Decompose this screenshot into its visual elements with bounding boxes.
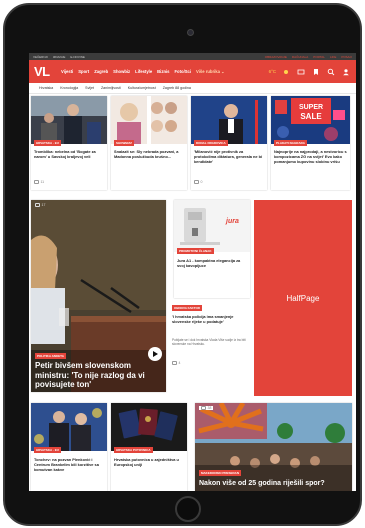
article-title[interactable]: 'I hrvatska policija ima smanjenje slove… [172,314,248,324]
article-card[interactable]: SHOWBIZZ Snalazit se: Sly nebrada pozvan… [111,96,187,190]
comments-count[interactable]: 38 [199,406,214,410]
user-icon[interactable] [341,67,351,77]
tablet-frame: VEČERNJI IZDANJE E-NOVINE OBRAZOVANJE RA… [3,3,362,526]
article-card[interactable]: DONAL DRADOVICA 'Milanović nije protivni… [191,96,267,190]
subnav-item[interactable]: Kronologija [60,86,78,90]
article-category-tag[interactable]: HRVATSKA · EU [34,447,61,453]
comments-number: 11 [40,180,45,184]
topstrip-link[interactable]: IZDANJE [53,55,66,59]
ad-label: HalfPage [286,293,320,303]
subnav-item[interactable]: Svijet [85,86,94,90]
comment-icon [35,203,40,207]
topstrip-link[interactable]: OBRAZOVANJE [265,55,287,59]
article-card[interactable]: HRVATSKA · EU Tromblika: nebelna od 'Bog… [31,96,107,190]
featured-title[interactable]: Petir bivšem slovenskom ministru: 'To ni… [35,361,147,390]
comments-count[interactable]: 4 [172,361,180,365]
article-category-tag[interactable]: SHOWBIZZ [114,140,134,146]
comments-number: 4 [178,361,181,365]
article-image [191,96,267,144]
subnav-item[interactable]: Zanimljivosti [101,86,121,90]
svg-text:SALE: SALE [300,112,322,121]
comments-number: 0 [200,180,203,184]
comment-icon [201,406,206,410]
article-title[interactable]: Tromblika: nebelna od 'Bogate za narom' … [34,149,104,159]
article-card[interactable]: OBNOVA FAKTOR 'I hrvatska policija ima s… [172,305,250,393]
topstrip-link[interactable]: VEČERNJI [33,55,48,59]
topstrip-link[interactable]: E-NOVINE [70,55,85,59]
article-image: SUPER SALE [271,96,350,144]
article-category-tag[interactable]: OBNOVA FAKTOR [172,305,202,311]
article-excerpt: Pobijate se i dok hrvatska Vlada Više su… [172,338,246,347]
nav-item-showbiz[interactable]: Showbiz [113,69,130,74]
play-video-button[interactable] [148,347,162,361]
comment-icon [172,361,177,365]
halfpage-ad[interactable]: HalfPage [254,200,352,396]
site-logo[interactable]: VL [34,64,56,79]
search-icon[interactable] [326,67,336,77]
comments-count[interactable]: 17 [35,203,45,207]
comments-number: 17 [41,203,46,207]
article-image [111,403,187,451]
front-camera [187,29,194,36]
brand-logo: jura [226,218,239,225]
topstrip-link[interactable]: RAČUNALA [292,55,308,59]
nav-item-zagreb[interactable]: Zagreb [94,69,108,74]
nav-item-lifestyle[interactable]: Lifestyle [135,69,152,74]
topstrip-link[interactable]: PORTAL [313,55,325,59]
article-category-tag[interactable]: PLAKATI NAGRADA [274,140,307,146]
comments-count[interactable]: 11 [34,180,44,184]
main-nav: VL Vijesti Sport Zagreb Showbiz Lifestyl… [29,60,356,83]
topstrip-link[interactable]: LIFE [330,55,336,59]
article-title[interactable]: 'Milanović nije protivnik za protokolima… [194,149,264,164]
article-title[interactable]: Jura A1 - kompaktna elegancija za svoj k… [177,258,247,268]
article-title[interactable]: Snalazit se: Sly nebrada pozvani, a Mado… [114,149,184,159]
subnav-item[interactable]: Zagreb 88 godina [163,86,191,90]
nav-item-biznis[interactable]: Biznis [157,69,169,74]
article-title[interactable]: Najnoprije na najprodaji, a nestvoricu s… [274,149,347,164]
sub-nav: Hrvatska Kronologija Svijet Zanimljivost… [29,83,356,94]
topstrip-link[interactable]: POSAO [341,55,352,59]
article-category-tag[interactable]: MAKEDONSKI PRESEDAN [199,470,242,476]
nav-item-foto[interactable]: Foto/Sci [175,69,192,74]
notification-icon[interactable] [296,67,306,77]
subnav-item[interactable]: Hrvatska [39,86,53,90]
article-image [111,96,187,144]
comment-icon [194,180,199,184]
article-category-tag[interactable]: PROMOTIVNI ČLANAK [177,248,214,254]
article-card[interactable]: SUPER SALE PLAKATI NAGRADA Najnoprije na… [271,96,350,190]
featured-article[interactable]: 38 MAKEDONSKI PRESEDAN Nakon više od 25 … [195,403,352,491]
article-image [31,403,107,451]
article-title[interactable]: Hrvatska putovnica u zajedništva u Europ… [114,457,184,467]
featured-title[interactable]: Nakon više od 25 godina riješili spor? [199,479,349,489]
article-category-tag[interactable]: HRVATSKA · EU [34,140,61,146]
more-sections-dropdown[interactable]: Više rubrika ⌄ [196,69,225,74]
promo-article-card[interactable]: jura PROMOTIVNI ČLANAK Jura A1 - kompakt… [174,200,250,298]
home-button[interactable] [175,496,201,522]
weather-icon[interactable] [281,67,291,77]
comments-number: 38 [207,406,212,410]
top-strip: VEČERNJI IZDANJE E-NOVINE OBRAZOVANJE RA… [29,53,356,60]
featured-article[interactable]: 17 POLITIKA ANKETA Petir bivšem slovensk… [31,200,166,392]
article-image [174,200,250,252]
nav-item-sport[interactable]: Sport [78,69,89,74]
bookmark-icon[interactable] [311,67,321,77]
article-image [31,96,107,144]
subnav-item[interactable]: Kultura/umjetnost [128,86,156,90]
weather-temperature[interactable]: 6°C [269,69,276,74]
svg-text:SUPER: SUPER [299,104,323,111]
article-category-tag[interactable]: POLITIKA ANKETA [35,353,66,359]
article-image [195,403,352,491]
browser-screen: VEČERNJI IZDANJE E-NOVINE OBRAZOVANJE RA… [29,53,356,491]
article-card[interactable]: HRVATSKA PUTOVNICA Hrvatska putovnica u … [111,403,187,491]
article-category-tag[interactable]: HRVATSKA PUTOVNICA [114,447,153,453]
article-card[interactable]: HRVATSKA · EU Tonchev: na pozvan Plenkov… [31,403,107,491]
comment-icon [34,180,39,184]
comments-count[interactable]: 0 [194,180,202,184]
article-title[interactable]: Tonchev: na pozvan Plenković i Centrum B… [34,457,104,472]
nav-item-vijesti[interactable]: Vijesti [61,69,73,74]
article-category-tag[interactable]: DONAL DRADOVICA [194,140,228,146]
play-icon [153,351,158,357]
